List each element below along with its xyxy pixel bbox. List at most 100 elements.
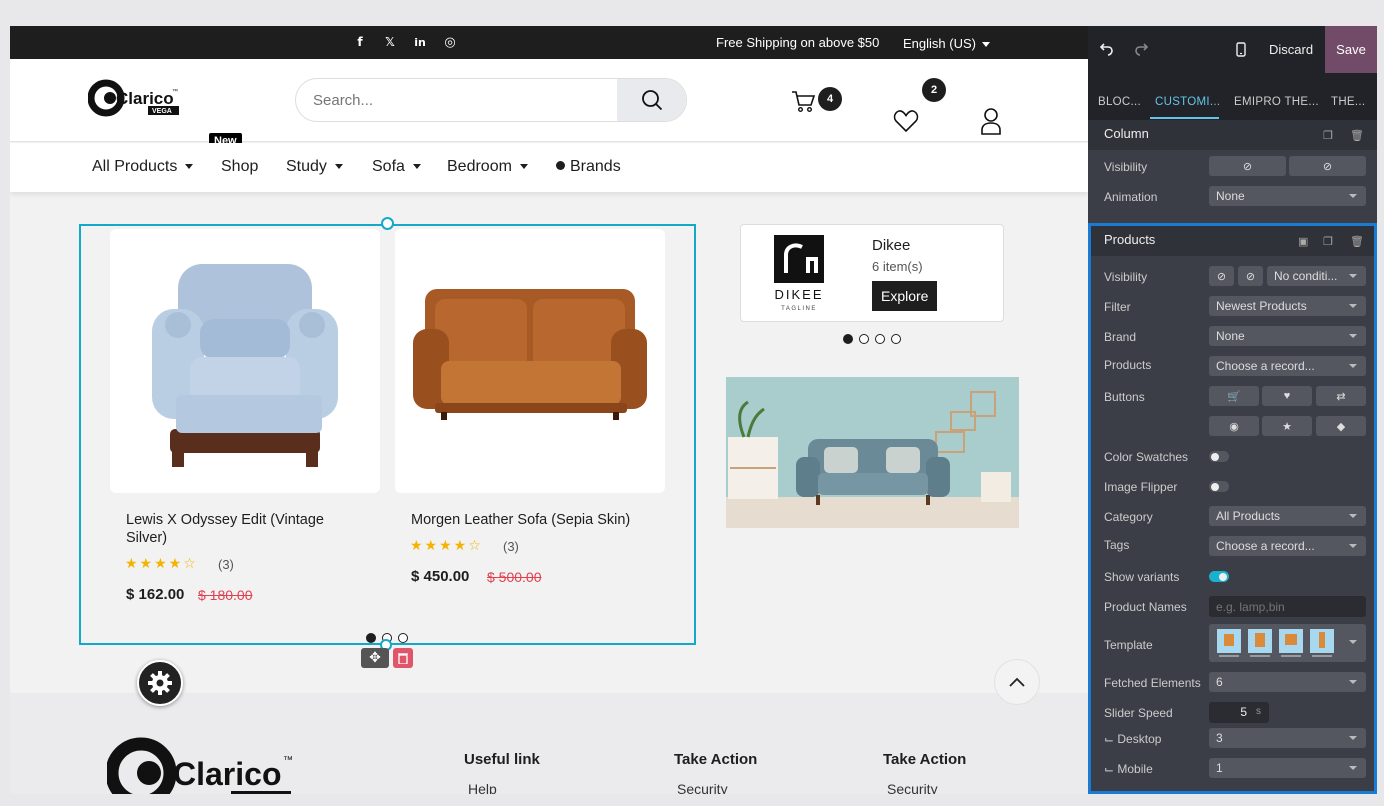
show-variants-toggle[interactable] (1209, 571, 1229, 582)
slider-speed-value: 5 (1240, 705, 1247, 719)
save-button[interactable]: Save (1325, 26, 1377, 73)
products-select[interactable]: Choose a record... (1209, 356, 1366, 376)
linkedin-icon[interactable]: in (412, 34, 428, 50)
explore-button[interactable]: Explore (872, 281, 938, 311)
brand-select[interactable]: None (1209, 326, 1366, 346)
hide-desktop-icon[interactable]: ⊘ (1209, 156, 1286, 176)
hide-mobile-icon[interactable]: ⊘ (1238, 266, 1263, 286)
product-name[interactable]: Morgen Leather Sofa (Sepia Skin) (411, 511, 651, 529)
nav-label: Sofa (372, 158, 405, 175)
back-to-top-button[interactable] (994, 659, 1040, 705)
instagram-icon[interactable]: ◎ (442, 34, 458, 50)
label-tag-toggle-icon[interactable]: ◆ (1316, 416, 1366, 436)
tab-customize[interactable]: CUSTOMI... (1155, 96, 1220, 108)
trash-icon[interactable]: 🗑 (1350, 129, 1364, 142)
brand-slider-dot[interactable] (843, 334, 853, 344)
nav-item-shop[interactable]: Shop (221, 158, 258, 176)
footer-link-security[interactable]: Security (677, 781, 728, 794)
tab-theme[interactable]: THE... (1331, 96, 1365, 108)
move-icon[interactable]: ✥ (361, 648, 389, 668)
trash-icon[interactable] (393, 648, 413, 668)
nav-item-brands[interactable]: Brands (556, 158, 621, 176)
clone-icon[interactable]: ❐ (1323, 235, 1335, 248)
slider-dot[interactable] (366, 633, 376, 643)
filter-select[interactable]: Newest Products (1209, 296, 1366, 316)
svg-text:™: ™ (283, 755, 293, 766)
brand-slider-dot[interactable] (875, 334, 885, 344)
brand-slider-dot[interactable] (891, 334, 901, 344)
nav-item-all-products[interactable]: All Products (92, 158, 194, 176)
mobile-columns-select[interactable]: 1 (1209, 758, 1366, 778)
brand-card[interactable]: DIKEE TAGLINE Dikee 6 item(s) Explore (740, 224, 1004, 322)
x-twitter-icon[interactable]: 𝕏 (382, 34, 398, 50)
nav-item-sofa[interactable]: Sofa (372, 158, 421, 176)
wishlist-button-toggle-icon[interactable]: ♥ (1262, 386, 1312, 406)
active-tab-indicator (1150, 117, 1219, 119)
language-label: English (US) (903, 36, 976, 51)
product-names-input[interactable] (1209, 596, 1366, 617)
trash-icon[interactable]: 🗑 (1350, 235, 1364, 248)
editor-tabs: BLOC... CUSTOMI... EMIPRO THE... THE... (1088, 73, 1377, 120)
product-card[interactable] (395, 229, 665, 493)
mobile-preview-icon[interactable] (1236, 42, 1246, 57)
product-card[interactable] (110, 229, 380, 493)
footer-heading: Useful link (464, 751, 540, 768)
footer-heading: Take Action (883, 751, 967, 768)
search-input[interactable] (296, 79, 618, 121)
clone-icon[interactable]: ❐ (1323, 129, 1335, 142)
tab-blocks[interactable]: BLOC... (1098, 96, 1141, 108)
search-button[interactable] (617, 79, 686, 121)
visibility-label: Visibility (1104, 270, 1148, 284)
desktop-columns-select[interactable]: 3 (1209, 728, 1366, 748)
visibility-label: Visibility (1104, 160, 1148, 174)
animation-select[interactable]: None (1209, 186, 1366, 206)
resize-handle[interactable] (381, 217, 394, 230)
tags-select[interactable]: Choose a record... (1209, 536, 1366, 556)
quick-view-toggle-icon[interactable]: ◉ (1209, 416, 1259, 436)
footer-link-help[interactable]: Help (468, 781, 497, 794)
color-swatches-toggle[interactable] (1209, 451, 1229, 462)
clarico-logo[interactable]: Clarico ™ VEGA (88, 79, 183, 123)
rating-stars: ★★★★☆ (125, 556, 198, 572)
nav-item-study[interactable]: Study (286, 158, 343, 176)
footer-link-security[interactable]: Security (887, 781, 938, 794)
footer-clarico-logo: Clarico ™ (107, 737, 293, 794)
nav-item-bedroom[interactable]: Bedroom (447, 158, 528, 176)
cart-icon[interactable] (790, 88, 816, 114)
tab-emipro-theme[interactable]: EMIPRO THE... (1234, 96, 1319, 108)
brand-name: Dikee (872, 237, 911, 254)
search-box (295, 78, 687, 122)
shipping-notice: Free Shipping on above $50 (716, 35, 880, 50)
hide-desktop-icon[interactable]: ⊘ (1209, 266, 1234, 286)
brand-slider-dot[interactable] (859, 334, 869, 344)
category-label: Category (1104, 510, 1153, 524)
language-selector[interactable]: English (US) (903, 36, 990, 51)
slider-dot[interactable] (398, 633, 408, 643)
compare-button-toggle-icon[interactable]: ⇄ (1316, 386, 1366, 406)
logo-tagline: TAGLINE (781, 306, 817, 312)
nav-label: Study (286, 158, 327, 175)
facebook-icon[interactable]: f (352, 34, 368, 50)
discard-button[interactable]: Discard (1269, 42, 1313, 57)
heart-icon[interactable] (893, 109, 919, 133)
save-snippet-icon[interactable]: ▣ (1298, 235, 1310, 248)
user-icon[interactable] (980, 107, 1002, 135)
product-price: $ 450.00 (411, 568, 470, 585)
cart-button-toggle-icon[interactable]: 🛒 (1209, 386, 1259, 406)
fetched-elements-select[interactable]: 6 (1209, 672, 1366, 692)
category-select[interactable]: All Products (1209, 506, 1366, 526)
image-flipper-toggle[interactable] (1209, 481, 1229, 492)
redo-icon[interactable] (1135, 43, 1148, 56)
living-room-banner[interactable] (726, 377, 1019, 528)
rating-toggle-icon[interactable]: ★ (1262, 416, 1312, 436)
template-select[interactable] (1209, 624, 1366, 662)
visibility-condition-select[interactable]: No conditi... (1267, 266, 1366, 286)
settings-gear-button[interactable] (137, 660, 183, 706)
hide-mobile-icon[interactable]: ⊘ (1289, 156, 1366, 176)
search-icon (641, 90, 662, 111)
undo-icon[interactable] (1100, 43, 1113, 56)
slider-speed-input[interactable]: 5 s (1209, 702, 1269, 723)
svg-text:™: ™ (172, 88, 178, 95)
product-name[interactable]: Lewis X Odyssey Edit (Vintage Silver) (126, 511, 356, 547)
chevron-down-icon (412, 164, 421, 170)
